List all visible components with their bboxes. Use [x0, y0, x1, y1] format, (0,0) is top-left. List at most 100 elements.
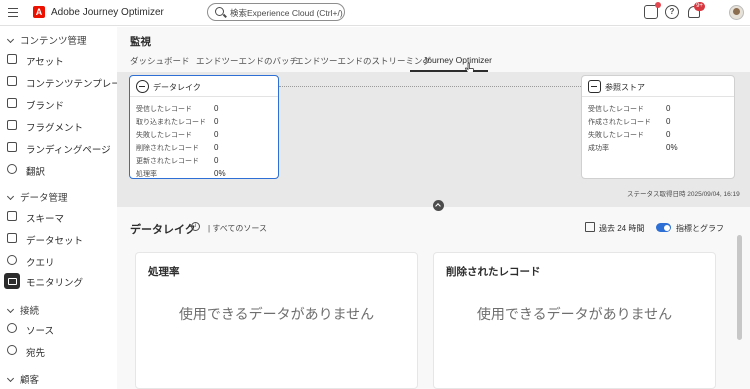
tab-bar: ダッシュボード エンドツーエンドのバッチ エンドツーエンドのストリーミング Jo… — [130, 53, 740, 71]
sidebar-section-content[interactable]: コンテンツ管理 — [6, 33, 87, 47]
sidebar-item-label: モニタリング — [26, 278, 84, 289]
metric-value: 0% — [214, 169, 226, 178]
collapse-button[interactable] — [433, 200, 444, 211]
metric-label: 失敗したレコード — [136, 132, 192, 139]
sidebar-item-label: ランディングページ — [26, 145, 111, 156]
metric-value: 0 — [214, 156, 219, 165]
metrics-graph-toggle[interactable] — [656, 223, 671, 232]
sidebar: コンテンツ管理 アセット コンテンツテンプレート ブランド フラグメント ランデ… — [0, 27, 130, 389]
page-title: 監視 — [130, 36, 151, 48]
metric-label: 失敗したレコード — [588, 132, 644, 139]
sidebar-section-data[interactable]: データ管理 — [6, 190, 68, 204]
sidebar-item-landing-pages[interactable]: ランディングページ — [0, 139, 117, 157]
template-icon — [7, 76, 17, 86]
flow-connector — [279, 86, 581, 87]
scrollbar[interactable] — [737, 235, 742, 340]
metric-row: 失敗したレコード 0 — [136, 130, 276, 140]
reference-store-node[interactable]: 参照ストア 受信したレコード 0 作成されたレコード 0 失敗したレコード 0 成功率… — [581, 75, 735, 179]
sidebar-section-label: コンテンツ管理 — [20, 36, 87, 47]
metric-value: 0 — [666, 104, 671, 113]
sidebar-item-fragments[interactable]: フラグメント — [0, 117, 117, 135]
destination-icon — [7, 345, 17, 355]
status-timestamp: ステータス取得日時 2025/09/04, 16:19 — [627, 191, 740, 198]
tab-dashboard[interactable]: ダッシュボード — [130, 55, 190, 67]
feedback-icon[interactable] — [644, 2, 661, 19]
deleted-records-card: 削除されたレコード 使用できるデータがありません — [433, 252, 716, 389]
metric-value: 0 — [666, 117, 671, 126]
datalake-icon — [136, 80, 149, 93]
time-range[interactable]: 過去 24 時間 — [599, 223, 644, 234]
metric-row: 受信したレコード 0 — [588, 104, 728, 114]
help-icon[interactable]: ? — [665, 5, 679, 19]
tab-end-to-end-batch[interactable]: エンドツーエンドのバッチ — [196, 55, 298, 67]
sidebar-item-sources[interactable]: ソース — [0, 320, 117, 338]
metric-label: 受信したレコード — [136, 106, 192, 113]
sidebar-section-label: 顧客 — [20, 375, 40, 386]
metric-label: 成功率 — [588, 145, 609, 152]
database-icon — [588, 80, 601, 93]
datalake-node[interactable]: データレイク 受信したレコード 0 取り込まれたレコード 0 失敗したレコード 0 削… — [129, 75, 279, 179]
search-icon — [215, 7, 224, 16]
chevron-down-icon — [6, 35, 15, 44]
sidebar-item-schemas[interactable]: スキーマ — [0, 208, 117, 226]
metric-label: 取り込まれたレコード — [136, 119, 206, 126]
metric-row: 失敗したレコード 0 — [588, 130, 728, 140]
notification-badge: 9+ — [694, 2, 705, 11]
sidebar-item-label: クエリ — [26, 258, 55, 269]
brand-icon — [7, 98, 17, 108]
sidebar-section-connections[interactable]: 接続 — [6, 303, 39, 317]
sidebar-item-monitoring[interactable]: モニタリング — [0, 272, 117, 290]
metric-label: 作成されたレコード — [588, 119, 651, 126]
metric-label: 更新されたレコード — [136, 158, 199, 165]
fragment-icon — [7, 120, 17, 130]
sidebar-item-label: ソース — [26, 326, 55, 337]
app-title[interactable]: Adobe Journey Optimizer — [51, 7, 164, 18]
card-title: 処理率 — [148, 266, 180, 278]
sidebar-item-label: フラグメント — [26, 123, 84, 134]
metric-row: 処理率 0% — [136, 169, 276, 179]
sidebar-item-queries[interactable]: クエリ — [0, 252, 117, 270]
metric-label: 処理率 — [136, 171, 157, 178]
sidebar-item-label: コンテンツテンプレート — [26, 79, 131, 90]
feedback-dot — [655, 2, 661, 8]
sidebar-item-content-templates[interactable]: コンテンツテンプレート — [0, 73, 130, 91]
sources-filter[interactable]: | すべてのソース — [208, 223, 267, 234]
menu-icon[interactable] — [8, 8, 18, 20]
sidebar-section-customers[interactable]: 顧客 — [6, 372, 39, 386]
sidebar-item-translation[interactable]: 翻訳 — [0, 161, 117, 179]
landing-page-icon — [7, 142, 17, 152]
calendar-icon[interactable] — [585, 222, 595, 232]
query-icon — [7, 255, 17, 265]
processing-rate-card: 処理率 使用できるデータがありません — [135, 252, 418, 389]
metric-value: 0% — [666, 143, 678, 152]
top-bar: A Adobe Journey Optimizer 検索Experience C… — [0, 0, 750, 26]
asset-icon — [7, 54, 17, 64]
card-title: 削除されたレコード — [446, 266, 541, 278]
tab-journey-optimizer[interactable]: Journey Optimizer — [423, 55, 492, 65]
sidebar-item-label: 翻訳 — [26, 167, 46, 178]
tab-end-to-end-streaming[interactable]: エンドツーエンドのストリーミング — [295, 55, 431, 67]
node-title: データレイク — [153, 83, 201, 92]
node-title: 参照ストア — [605, 83, 645, 92]
sidebar-item-label: データセット — [26, 236, 84, 247]
dataset-icon — [7, 233, 17, 243]
toggle-label: 指標とグラフ — [676, 224, 724, 233]
main-content: 監視 ダッシュボード エンドツーエンドのバッチ エンドツーエンドのストリーミング… — [117, 27, 750, 389]
sidebar-item-label: ブランド — [26, 101, 65, 112]
chevron-down-icon — [6, 192, 15, 201]
info-icon[interactable]: i — [191, 222, 200, 231]
sidebar-item-assets[interactable]: アセット — [0, 51, 117, 69]
sidebar-item-label: アセット — [26, 57, 64, 68]
sidebar-item-datasets[interactable]: データセット — [0, 230, 117, 248]
node-header: 参照ストア — [582, 76, 734, 97]
metric-row: 削除されたレコード 0 — [136, 143, 276, 153]
sidebar-item-brands[interactable]: ブランド — [0, 95, 117, 113]
metric-value: 0 — [666, 130, 671, 139]
avatar[interactable] — [729, 5, 744, 20]
search-input[interactable]: 検索Experience Cloud (Ctrl+/) — [230, 7, 343, 19]
monitoring-icon — [4, 273, 20, 289]
sidebar-item-destinations[interactable]: 宛先 — [0, 342, 117, 360]
chevron-down-icon — [6, 305, 15, 314]
search-bar[interactable]: 検索Experience Cloud (Ctrl+/) — [207, 3, 345, 21]
sidebar-section-label: 接続 — [20, 306, 40, 317]
